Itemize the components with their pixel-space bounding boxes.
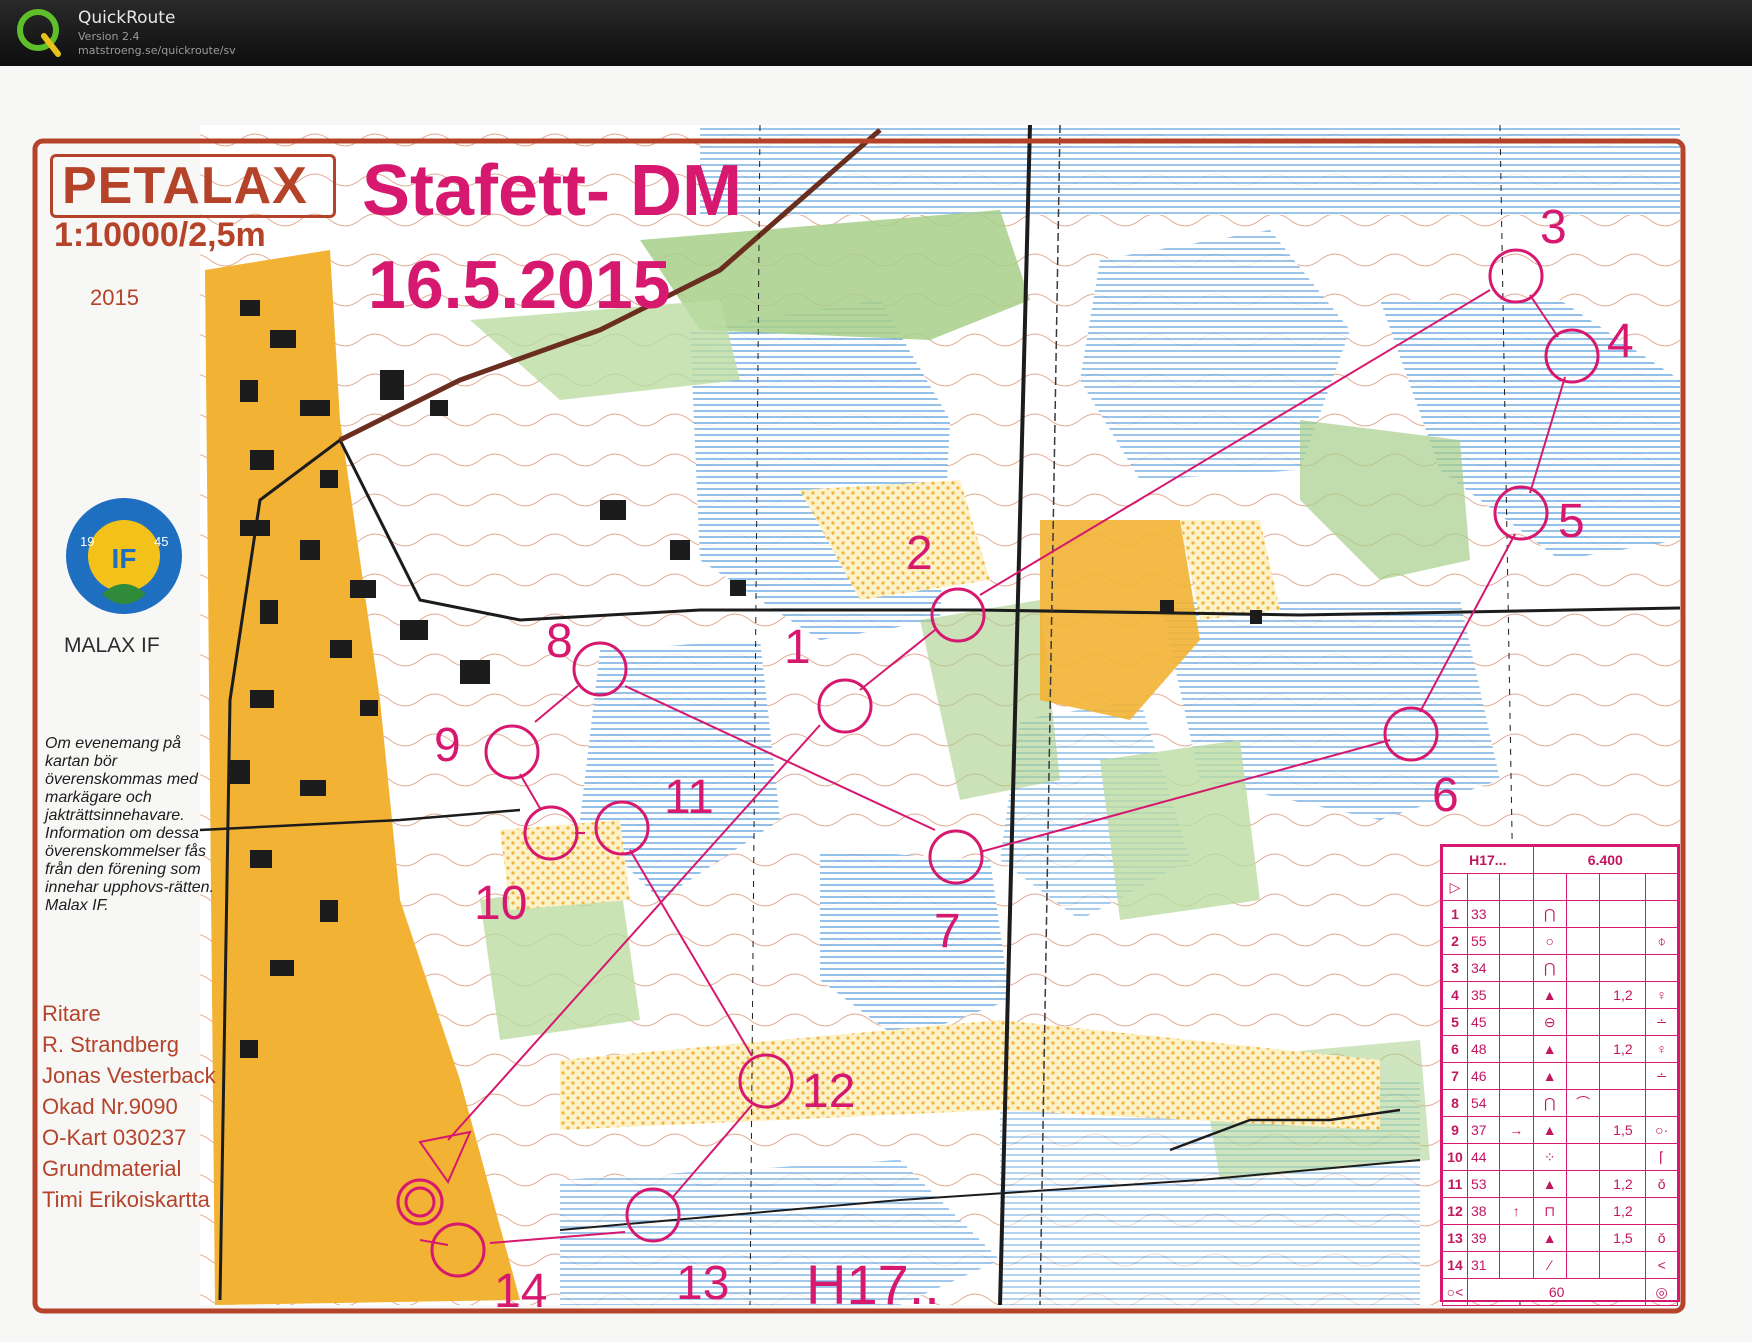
control-number-14: 14 bbox=[494, 1265, 548, 1318]
map-scale: 1:10000/2,5m bbox=[54, 216, 266, 254]
class-name: H17... bbox=[1442, 846, 1534, 874]
description-row: 8 54 ⋂ ⌒ bbox=[1442, 1089, 1678, 1117]
credit-line: Timi Erikoiskartta bbox=[42, 1187, 210, 1212]
control-number-3: 3 bbox=[1540, 201, 1567, 254]
app-version: Version 2.4 bbox=[78, 30, 140, 43]
club-name: MALAX IF bbox=[64, 634, 160, 657]
control-number-2: 2 bbox=[906, 527, 933, 580]
control-number-5: 5 bbox=[1558, 495, 1585, 548]
corner-icon: ⌈ bbox=[1645, 1143, 1678, 1171]
pit-icon: ○ bbox=[1532, 927, 1567, 955]
club-logo-icon: 19 45 IF bbox=[66, 498, 182, 614]
course-label: H17.. bbox=[806, 1253, 940, 1316]
credit-line: Jonas Vesterback bbox=[42, 1063, 216, 1088]
boulder-icon: ▲ bbox=[1532, 981, 1567, 1009]
location-icon: ♀ bbox=[1645, 981, 1678, 1009]
description-row: 6 48 ▲ 1,2 ♀ bbox=[1442, 1035, 1678, 1063]
description-row: 11 53 ▲ 1,2 ǒ bbox=[1442, 1170, 1678, 1198]
legal-note: Om evenemang på kartan bör överenskommas… bbox=[45, 735, 214, 914]
finish-row: ○< 60 ◎ bbox=[1442, 1278, 1678, 1306]
description-row: 9 37 → ▲ 1,5 ○· bbox=[1442, 1116, 1678, 1144]
control-number-11: 11 bbox=[664, 771, 714, 824]
description-row: 3 34 ⋂ bbox=[1442, 954, 1678, 982]
credit-line: Grundmaterial bbox=[42, 1156, 182, 1181]
knoll-icon: ⋂ bbox=[1532, 1089, 1567, 1117]
fence-icon: ⊓ bbox=[1532, 1197, 1567, 1225]
control-number-13: 13 bbox=[676, 1257, 730, 1310]
path-icon: ⁄ bbox=[1532, 1251, 1567, 1279]
control-number-8: 8 bbox=[546, 615, 573, 668]
map-name: PETALAX bbox=[62, 157, 308, 215]
description-row: 14 31 ⁄ < bbox=[1442, 1251, 1678, 1279]
control-number-1: 1 bbox=[784, 621, 811, 674]
spur-icon: ⌒ bbox=[1565, 1089, 1601, 1117]
logo-year-left: 19 bbox=[80, 534, 94, 549]
up-arrow-icon: ↑ bbox=[1499, 1197, 1534, 1225]
start-triangle-icon: ▷ bbox=[1442, 873, 1468, 901]
arrow-icon: → bbox=[1499, 1116, 1534, 1144]
finish-start-icon: ○< bbox=[1442, 1278, 1468, 1306]
top-icon: ǒ bbox=[1645, 1224, 1678, 1252]
description-row: 2 55 ○ ⌽ bbox=[1442, 927, 1678, 955]
control-description-sheet: H17... 6.400 ▷ 1 33 ⋂ 2 55 ○ ⌽ 3 34 ⋂ 4 35 ▲ 1,2 ♀ … bbox=[1440, 844, 1680, 1306]
boulder-icon: ▲ bbox=[1532, 1116, 1567, 1144]
knoll-icon: ⋂ bbox=[1532, 954, 1567, 982]
location-icon: ♀ bbox=[1645, 1035, 1678, 1063]
control-number-9: 9 bbox=[434, 719, 461, 772]
description-row: 4 35 ▲ 1,2 ♀ bbox=[1442, 981, 1678, 1009]
description-row: 12 38 ↑ ⊓ 1,2 bbox=[1442, 1197, 1678, 1225]
boulder-icon: ▲ bbox=[1532, 1035, 1567, 1063]
course-length: 6.400 bbox=[1532, 846, 1679, 874]
logo-year-right: 45 bbox=[154, 534, 168, 549]
app-title: QuickRoute bbox=[78, 8, 176, 28]
boulder-icon: ▲ bbox=[1532, 1170, 1567, 1198]
control-number-10: 10 bbox=[474, 877, 528, 930]
description-row: 5 45 ⊖ ∸ bbox=[1442, 1008, 1678, 1036]
description-row: 7 46 ▲ ∸ bbox=[1442, 1062, 1678, 1090]
app-url: matstroeng.se/quickroute/sv bbox=[78, 44, 236, 57]
quickroute-logo-icon bbox=[17, 9, 61, 57]
finish-distance: 60 bbox=[1466, 1278, 1647, 1306]
title-bar: QuickRoute Version 2.4 matstroeng.se/qui… bbox=[0, 0, 1752, 66]
logo-letters: IF bbox=[112, 543, 137, 574]
event-date: 16.5.2015 bbox=[368, 247, 671, 323]
boulder-group-icon: ▲ bbox=[1532, 1062, 1567, 1090]
control-number-12: 12 bbox=[802, 1065, 856, 1118]
control-number-4: 4 bbox=[1607, 315, 1634, 368]
side-icon: ⌽ bbox=[1645, 927, 1678, 955]
event-title: Stafett- DM bbox=[362, 151, 742, 231]
depression-icon: ⊖ bbox=[1532, 1008, 1567, 1036]
knoll-icon: ⋂ bbox=[1532, 900, 1567, 928]
credit-line: Ritare bbox=[42, 1001, 101, 1026]
map-year: 2015 bbox=[90, 285, 139, 310]
between-icon: ∸ bbox=[1645, 1062, 1678, 1090]
bend-icon: < bbox=[1645, 1251, 1678, 1279]
credit-line: O-Kart 030237 bbox=[42, 1125, 187, 1150]
between-icon: ∸ bbox=[1645, 1008, 1678, 1036]
foot-icon: ○· bbox=[1645, 1116, 1678, 1144]
description-row: 13 39 ▲ 1,5 ǒ bbox=[1442, 1224, 1678, 1252]
start-row: ▷ bbox=[1442, 873, 1678, 901]
description-header-row: H17... 6.400 bbox=[1442, 846, 1679, 874]
finish-icon: ◎ bbox=[1645, 1278, 1678, 1306]
map-credits: Ritare R. Strandberg Jonas Vesterback Ok… bbox=[42, 998, 216, 1215]
description-row: 10 44 ⁘ ⌈ bbox=[1442, 1143, 1678, 1171]
boulder-icon: ▲ bbox=[1532, 1224, 1567, 1252]
control-number-7: 7 bbox=[934, 905, 961, 958]
clearing-icon: ⁘ bbox=[1532, 1143, 1567, 1171]
top-icon: ǒ bbox=[1645, 1170, 1678, 1198]
credit-line: Okad Nr.9090 bbox=[42, 1094, 178, 1119]
control-number-6: 6 bbox=[1432, 769, 1459, 822]
credit-line: R. Strandberg bbox=[42, 1032, 179, 1057]
description-row: 1 33 ⋂ bbox=[1442, 900, 1678, 928]
